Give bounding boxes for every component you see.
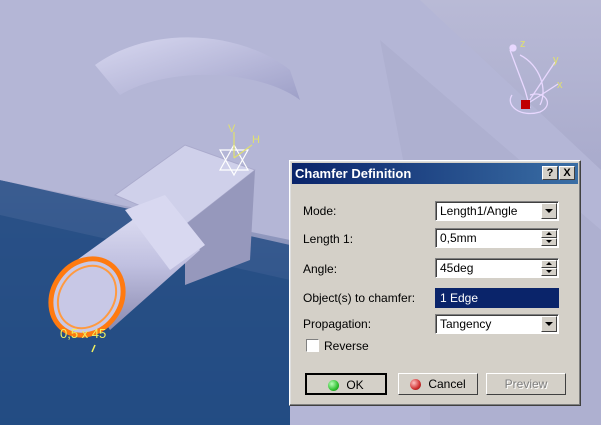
help-button[interactable]: ? — [542, 166, 558, 180]
cancel-led-icon — [410, 379, 422, 390]
length1-spinner[interactable] — [541, 230, 557, 246]
propagation-value: Tangency — [440, 317, 492, 331]
spin-up-icon[interactable] — [541, 230, 557, 238]
cancel-button[interactable]: Cancel — [398, 373, 478, 395]
length1-input[interactable]: 0,5mm — [435, 228, 559, 248]
angle-value: 45deg — [440, 261, 474, 275]
cancel-label: Cancel — [428, 377, 466, 391]
chevron-down-icon[interactable] — [541, 316, 557, 332]
mode-select[interactable]: Length1/Angle — [435, 201, 559, 221]
axis-label-z: z — [520, 38, 526, 50]
axis-label-y: y — [553, 54, 559, 66]
axis-label-x: x — [557, 79, 563, 91]
spin-down-icon[interactable] — [541, 268, 557, 276]
mode-value: Length1/Angle — [440, 204, 518, 218]
axis-label-h: H — [252, 134, 260, 146]
chamfer-dialog[interactable]: Chamfer Definition ? X Mode: Length1/Ang… — [289, 160, 581, 406]
preview-button[interactable]: Preview — [486, 373, 566, 395]
objects-field[interactable]: 1 Edge — [435, 288, 559, 308]
angle-label: Angle: — [303, 262, 338, 276]
spin-up-icon[interactable] — [541, 260, 557, 268]
angle-input[interactable]: 45deg — [435, 258, 559, 278]
length1-value: 0,5mm — [440, 231, 477, 245]
propagation-label: Propagation: — [303, 317, 372, 331]
ok-label: OK — [346, 378, 364, 392]
ok-button[interactable]: OK — [305, 373, 387, 395]
chevron-down-icon[interactable] — [541, 203, 557, 219]
close-button[interactable]: X — [559, 166, 575, 180]
dialog-titlebar[interactable]: Chamfer Definition ? X — [292, 163, 578, 184]
ok-led-icon — [328, 380, 340, 391]
objects-label: Object(s) to chamfer: — [303, 291, 416, 305]
reverse-checkbox[interactable] — [306, 339, 319, 352]
dialog-title: Chamfer Definition — [295, 166, 412, 181]
objects-value: 1 Edge — [440, 291, 479, 305]
length1-label: Length 1: — [303, 232, 354, 246]
mode-label: Mode: — [303, 204, 337, 218]
angle-spinner[interactable] — [541, 260, 557, 276]
reverse-label[interactable]: Reverse — [324, 339, 369, 353]
propagation-select[interactable]: Tangency — [435, 314, 559, 334]
chamfer-annotation: 0,5 x 45 — [60, 326, 106, 341]
spin-down-icon[interactable] — [541, 238, 557, 246]
axis-label-v: V — [228, 123, 236, 135]
